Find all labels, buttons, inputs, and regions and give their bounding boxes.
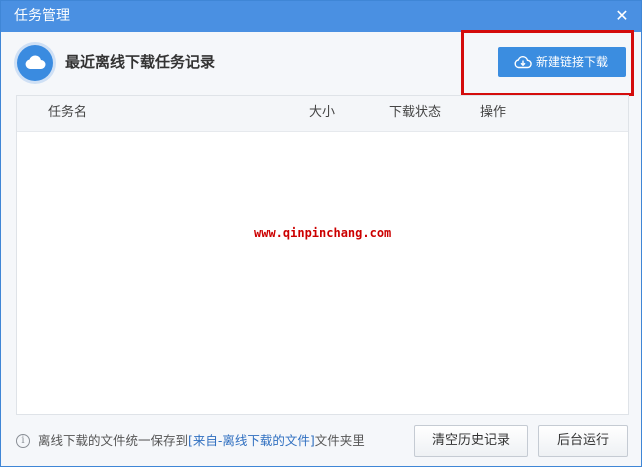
- title-bar[interactable]: 任务管理 ✕: [1, 1, 641, 32]
- new-link-download-button[interactable]: 新建链接下载: [498, 47, 626, 77]
- new-link-download-label: 新建链接下载: [536, 55, 609, 69]
- clear-history-button[interactable]: 清空历史记录: [414, 425, 528, 457]
- footer-note: 离线下载的文件统一保存到[来自-离线下载的文件]文件夹里: [38, 433, 365, 449]
- run-in-background-button[interactable]: 后台运行: [538, 425, 628, 457]
- task-table: 任务名 大小 下载状态 操作 www.qinpinchang.com: [16, 95, 629, 415]
- footer: i 离线下载的文件统一保存到[来自-离线下载的文件]文件夹里 清空历史记录 后台…: [1, 416, 641, 466]
- cloud-icon: [17, 45, 53, 81]
- header-row: 最近离线下载任务记录 新建链接下载: [1, 32, 641, 94]
- footer-note-suffix: 文件夹里: [314, 433, 365, 448]
- watermark-text: www.qinpinchang.com: [254, 226, 392, 240]
- column-size[interactable]: 大小: [309, 104, 335, 121]
- offline-folder-link[interactable]: [来自-离线下载的文件]: [188, 433, 315, 448]
- column-status[interactable]: 下载状态: [389, 104, 441, 121]
- column-task-name[interactable]: 任务名: [48, 104, 87, 121]
- column-actions: 操作: [480, 105, 507, 120]
- window-title: 任务管理: [14, 8, 70, 24]
- info-icon: i: [16, 434, 30, 448]
- task-manager-dialog: 任务管理 ✕ 最近离线下载任务记录 新建链接下载 任务名 大小 下载状态 操作 …: [0, 0, 642, 467]
- page-title: 最近离线下载任务记录: [65, 53, 216, 71]
- footer-note-prefix: 离线下载的文件统一保存到: [38, 433, 189, 448]
- close-icon[interactable]: ✕: [613, 7, 631, 25]
- cloud-download-icon: [514, 56, 532, 69]
- table-header: 任务名 大小 下载状态 操作: [17, 96, 628, 132]
